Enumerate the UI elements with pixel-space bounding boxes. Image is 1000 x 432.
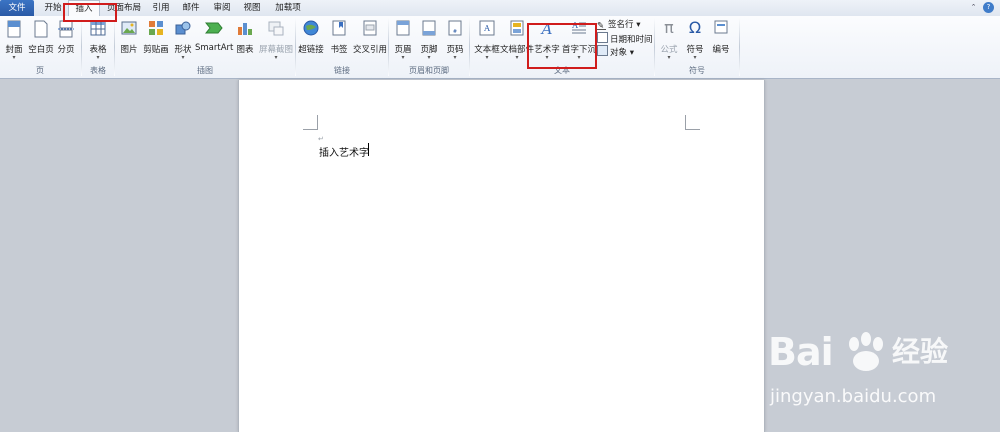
object-icon: [597, 45, 608, 56]
chevron-down-icon: ▾: [427, 54, 431, 61]
number-button[interactable]: 编号: [710, 18, 732, 64]
symbol-button[interactable]: Ω 符号 ▾: [684, 18, 706, 64]
header-button[interactable]: 页眉 ▾: [392, 18, 414, 64]
highlight-insert-tab: [63, 3, 117, 22]
clipart-icon: [149, 21, 163, 35]
blank-page-button[interactable]: 空白页: [28, 18, 54, 64]
table-icon: [90, 20, 106, 36]
hyperlink-button[interactable]: 超链接: [298, 18, 324, 64]
chart-icon: [238, 23, 252, 35]
paw-icon: [849, 332, 883, 371]
tab-addins[interactable]: 加载项: [270, 0, 306, 16]
clipart-button[interactable]: 剪贴画: [143, 18, 169, 64]
ribbon-tab-bar: 文件 开始 插入 页面布局 引用 邮件 审阅 视图 加载项 ⌃ ?: [0, 0, 1000, 17]
cross-reference-button[interactable]: 交叉引用: [353, 18, 387, 64]
quick-parts-icon: [510, 20, 524, 36]
highlight-wordart: [527, 23, 597, 69]
signature-icon: ✎: [597, 21, 606, 31]
group-symbols: π 公式 ▾ Ω 符号 ▾ 编号 符号: [655, 16, 739, 78]
smartart-icon: [205, 22, 223, 34]
screenshot-button[interactable]: 屏幕截图 ▾: [259, 18, 293, 64]
ribbon: 封面 ▾ 空白页 分页 页 表格 ▾ 表格 图片 剪贴画 形状 ▾ SmartA…: [0, 16, 1000, 79]
group-label-links: 链接: [334, 66, 350, 75]
page-break-button[interactable]: 分页: [56, 18, 76, 64]
footer-button[interactable]: 页脚 ▾: [418, 18, 440, 64]
document-text[interactable]: 插入艺术字: [319, 144, 369, 159]
chart-button[interactable]: 图表: [235, 18, 255, 64]
group-tables: 表格 ▾ 表格: [82, 16, 114, 78]
watermark-brand-cn: 经验: [892, 335, 949, 368]
chevron-down-icon: ▾: [693, 54, 697, 61]
chevron-down-icon: ▾: [274, 54, 278, 61]
group-label-pages: 页: [36, 66, 44, 75]
bookmark-icon: [332, 20, 346, 36]
group-label-illustrations: 插图: [197, 66, 213, 75]
help-icon[interactable]: ?: [983, 2, 994, 13]
picture-button[interactable]: 图片: [118, 18, 140, 64]
paragraph-mark: ↵: [318, 135, 324, 143]
header-icon: [396, 20, 410, 36]
screenshot-icon: [268, 21, 284, 36]
group-label-tables: 表格: [90, 66, 106, 75]
chevron-down-icon: ▾: [453, 54, 457, 61]
text-box-button[interactable]: A 文本框 ▾: [474, 18, 500, 64]
number-icon: [714, 20, 728, 34]
tab-file[interactable]: 文件: [0, 0, 34, 16]
date-time-button[interactable]: 日期和时间: [597, 32, 653, 45]
document-page[interactable]: ↵ 插入艺术字: [238, 80, 765, 432]
chevron-down-icon: ▾: [667, 54, 671, 61]
group-pages: 封面 ▾ 空白页 分页 页: [0, 16, 80, 78]
group-label-header-footer: 页眉和页脚: [409, 66, 449, 75]
tab-review[interactable]: 审阅: [208, 0, 236, 16]
group-illustrations: 图片 剪贴画 形状 ▾ SmartArt 图表 屏幕截图 ▾ 插图: [115, 16, 295, 78]
tab-view[interactable]: 视图: [238, 0, 266, 16]
calendar-icon: [597, 32, 608, 43]
cross-reference-icon: [363, 20, 377, 36]
chevron-down-icon: ▾: [181, 54, 185, 61]
footer-icon: [422, 20, 436, 36]
tab-mailings[interactable]: 邮件: [177, 0, 205, 16]
group-links: 超链接 书签 交叉引用 链接: [296, 16, 388, 78]
cover-page-button[interactable]: 封面 ▾: [3, 18, 25, 64]
text-box-icon: A: [479, 20, 495, 36]
globe-icon: [303, 20, 319, 36]
tab-references[interactable]: 引用: [147, 0, 175, 16]
cover-page-icon: [7, 20, 21, 38]
pi-icon: π: [664, 18, 674, 37]
group-divider: [739, 18, 740, 76]
signature-line-button[interactable]: ✎ 签名行 ▾: [597, 19, 640, 31]
minimize-ribbon-icon[interactable]: ⌃: [969, 3, 978, 12]
object-button[interactable]: 对象 ▾: [597, 45, 634, 58]
watermark-url: jingyan.baidu.com: [770, 386, 937, 407]
chevron-down-icon: ▾: [12, 54, 16, 61]
group-label-symbols: 符号: [689, 66, 705, 75]
page-break-icon: [58, 20, 74, 38]
shapes-icon: [175, 21, 191, 35]
picture-icon: [121, 21, 137, 35]
page-number-icon: #: [448, 20, 462, 36]
chevron-down-icon: ▾: [401, 54, 405, 61]
blank-page-icon: [34, 20, 48, 38]
watermark-brand: Bai: [768, 330, 834, 374]
omega-icon: Ω: [688, 18, 702, 37]
table-button[interactable]: 表格 ▾: [87, 18, 109, 64]
chevron-down-icon: ▾: [96, 54, 100, 61]
margin-corner-mark: [685, 115, 700, 130]
page-number-button[interactable]: # 页码 ▾: [444, 18, 466, 64]
baidu-watermark: Bai 经验 jingyan.baidu.com: [762, 322, 992, 412]
smartart-button[interactable]: SmartArt: [195, 18, 233, 64]
margin-corner-mark: [303, 115, 318, 130]
chevron-down-icon: ▾: [485, 54, 489, 61]
equation-button[interactable]: π 公式 ▾: [658, 18, 680, 64]
svg-text:#: #: [453, 29, 457, 35]
shapes-button[interactable]: 形状 ▾: [172, 18, 194, 64]
bookmark-button[interactable]: 书签: [328, 18, 350, 64]
text-caret: [368, 143, 369, 156]
svg-text:A: A: [483, 24, 490, 33]
group-header-footer: 页眉 ▾ 页脚 ▾ # 页码 ▾ 页眉和页脚: [389, 16, 469, 78]
